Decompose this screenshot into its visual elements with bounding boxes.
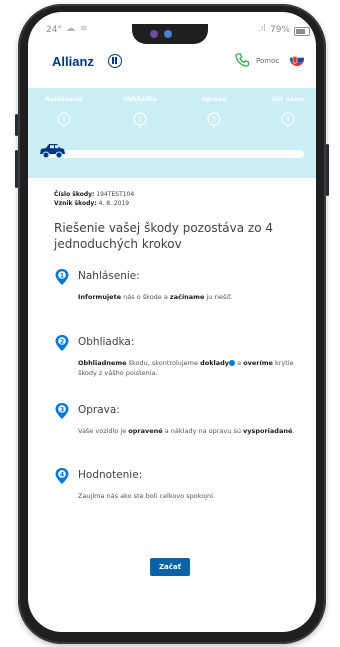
step-nav-label: Nahlásenie: [45, 96, 83, 103]
sensor-icon: [164, 30, 172, 38]
allianz-logo[interactable]: Allianz: [52, 54, 94, 69]
power-button: [326, 144, 329, 196]
step-pin-number: 4: [286, 116, 291, 124]
volume-button: [15, 114, 18, 136]
help-link[interactable]: Pomoc: [256, 57, 279, 65]
claim-origin-label: Vznik škody:: [54, 200, 97, 207]
step-pin-number: 2: [138, 116, 142, 124]
step-pin-icon: 4: [281, 112, 295, 128]
app-header: Allianz Pomoc: [28, 46, 316, 88]
status-time: 24°: [46, 25, 62, 35]
step-pin-number: 1: [60, 272, 65, 280]
weather-icon: ☁: [66, 24, 75, 34]
step-title: Hodnotenie:: [78, 469, 143, 481]
step-nav-label: Obhliadka: [122, 96, 158, 103]
volume-button: [15, 150, 18, 188]
step-pin-number: 3: [60, 406, 65, 414]
battery-icon: [294, 27, 310, 36]
step-title: Obhliadka:: [78, 336, 135, 348]
step-nav-label: Oprava: [201, 96, 227, 103]
step-description: Vaše vozidlo je opravené a náklady na op…: [78, 427, 295, 435]
progress-track: [42, 150, 304, 158]
step-pin-icon: 2: [55, 335, 69, 351]
step-pin-number: 4: [60, 471, 65, 479]
step-title: Nahlásenie:: [78, 270, 140, 282]
intro-heading: Riešenie vašej škody pozostáva zo 4 jedn…: [54, 221, 273, 251]
claim-info: Číslo škody: 194TEST104 Vznik škody: 4. …: [54, 190, 134, 208]
step-description: Informujete nás o škode a začíname ju ri…: [78, 293, 233, 301]
car-icon: [40, 144, 65, 159]
step-pin-icon: 2: [133, 112, 147, 128]
phone-icon[interactable]: [234, 52, 250, 68]
step-pin-number: 3: [212, 116, 216, 124]
step-nav-label: Váš názor: [271, 96, 305, 103]
notch: [132, 24, 208, 44]
camera-icon: [150, 30, 158, 38]
slovak-flag-icon[interactable]: [290, 52, 304, 66]
claim-origin-value: 4. 8. 2019: [98, 200, 130, 207]
signal-icon: .ıl: [258, 24, 266, 34]
step-description: Obhliadneme škodu, skontrolujeme doklady…: [78, 359, 294, 377]
battery-percent: 79%: [270, 25, 291, 35]
step-pin-number: 1: [62, 116, 66, 124]
start-button[interactable]: Začať: [150, 558, 190, 576]
step-description: Zaujíma nás ako ste boli celkovo spokojn…: [78, 492, 216, 500]
step-pin-icon: 1: [57, 112, 71, 128]
step-title: Oprava:: [78, 404, 120, 416]
step-pin-icon: 3: [207, 112, 221, 128]
claim-number-value: 194TEST104: [96, 191, 135, 198]
claim-number-label: Číslo škody:: [54, 191, 95, 198]
step-pin-number: 2: [60, 338, 65, 346]
wifi-icon: ≋: [80, 24, 88, 34]
step-pin-icon: 1: [55, 269, 69, 285]
phone-screen: 24° ☁ ≋ .ıl 79% Allianz Pomoc Nahlásenie…: [28, 12, 316, 632]
steps-progress-band: Nahlásenie Obhliadka Oprava Váš názor 1 …: [28, 88, 316, 178]
step-pin-icon: 3: [55, 403, 69, 419]
step-pin-icon: 4: [55, 468, 69, 484]
allianz-logo-mark: [108, 54, 122, 68]
